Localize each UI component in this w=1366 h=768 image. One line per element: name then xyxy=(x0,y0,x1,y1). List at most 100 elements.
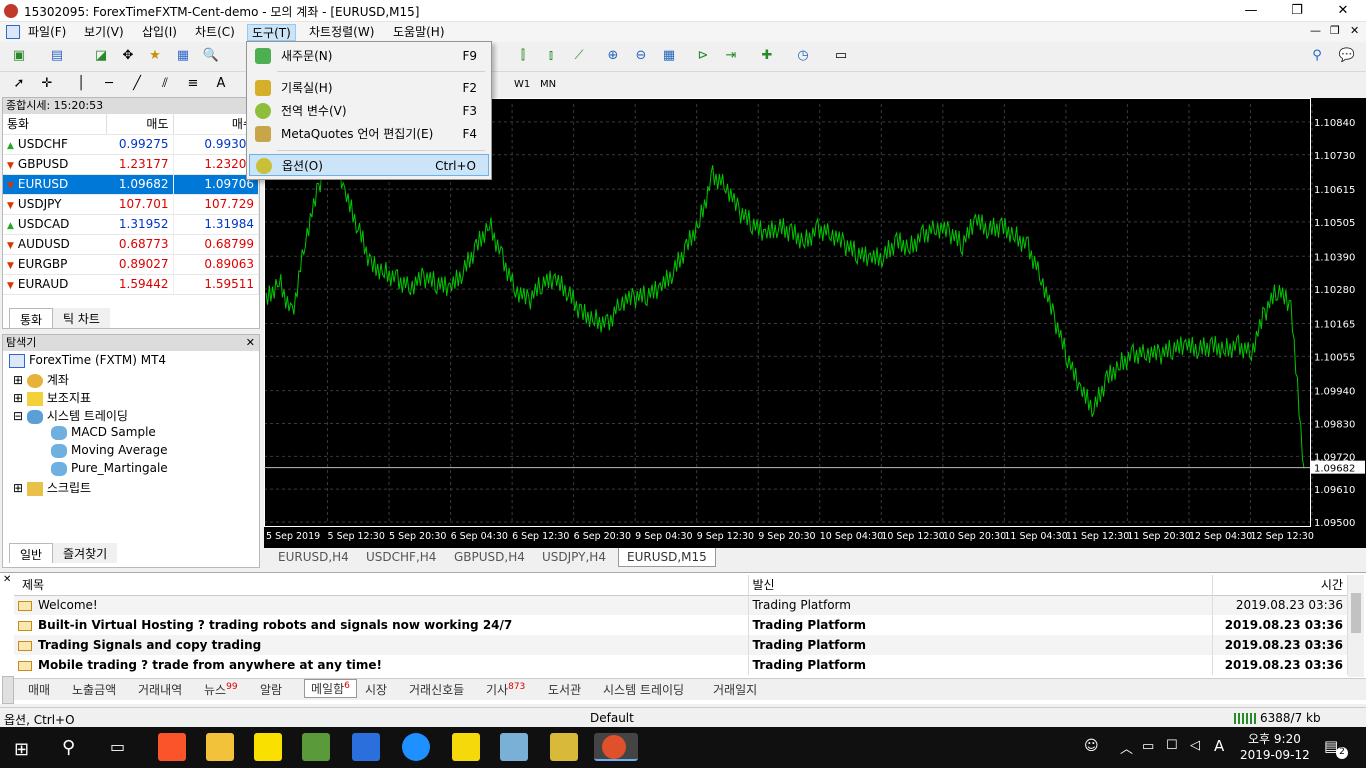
search-icon[interactable]: ⚲ xyxy=(62,737,75,758)
mdi-restore-button[interactable]: ❐ xyxy=(1330,24,1340,37)
terminal-tab[interactable]: 도서관 xyxy=(548,681,581,698)
mail-row[interactable]: Welcome! Trading Platform 2019.08.23 03:36 xyxy=(14,595,1348,615)
autoscroll-icon[interactable]: ⊳ xyxy=(692,44,714,66)
terminal-tab[interactable]: 메일함6 xyxy=(304,679,357,698)
grid-icon[interactable]: ⫿ xyxy=(512,44,534,66)
profiles-icon[interactable]: ▤ xyxy=(46,44,68,66)
menu-item-options[interactable]: 옵션(O) Ctrl+O xyxy=(249,154,489,176)
quote-row[interactable]: ▼ GBPUSD 1.23177 1.23206 xyxy=(3,154,259,175)
ime-indicator[interactable]: A xyxy=(1214,737,1224,755)
profile-name[interactable]: Default xyxy=(590,711,634,725)
quote-row[interactable]: ▼ AUDUSD 0.68773 0.68799 xyxy=(3,234,259,255)
menu-tools[interactable]: 도구(T) xyxy=(247,24,296,41)
mail-subject[interactable]: Trading Signals and copy trading xyxy=(14,635,749,655)
bar-chart-icon[interactable] xyxy=(352,733,380,761)
tree-expert-ma[interactable]: Moving Average xyxy=(51,443,167,458)
fibo-icon[interactable]: ≡ xyxy=(182,72,204,94)
quote-row[interactable]: ▼ USDJPY 107.701 107.729 xyxy=(3,194,259,215)
symbol-cell[interactable]: ▲ USDCHF xyxy=(3,134,106,155)
terminal-close-icon[interactable]: ✕ xyxy=(3,574,11,585)
chart-tab-eurusd-m15[interactable]: EURUSD,M15 xyxy=(618,548,716,567)
terminal-tab[interactable]: 노출금액 xyxy=(72,681,116,698)
periods-icon[interactable]: ◷ xyxy=(792,44,814,66)
close-button[interactable]: ✕ xyxy=(1320,0,1366,22)
chart-tab-usdjpy-h4[interactable]: USDJPY,H4 xyxy=(542,550,606,564)
terminal-tab[interactable]: 시스템 트레이딩 xyxy=(603,681,684,698)
battery-icon[interactable]: ▭ xyxy=(1142,739,1154,754)
terminal-icon[interactable]: ▦ xyxy=(172,44,194,66)
terminal-tab[interactable]: 알람 xyxy=(260,681,282,698)
terminal-tab[interactable]: 매매 xyxy=(28,681,50,698)
symbol-cell[interactable]: ▼ EURUSD xyxy=(3,174,106,195)
chart-tab-gbpusd-h4[interactable]: GBPUSD,H4 xyxy=(454,550,525,564)
network-icon[interactable]: ☐ xyxy=(1166,738,1178,753)
new-chart-icon[interactable]: ▣ xyxy=(8,44,30,66)
mail-row[interactable]: Mobile trading ? trade from anywhere at … xyxy=(14,655,1348,675)
tree-accounts[interactable]: ⊞ 계좌 xyxy=(13,371,69,388)
symbol-cell[interactable]: ▲ USDCAD xyxy=(3,214,106,235)
symbol-cell[interactable]: ▼ EURGBP xyxy=(3,254,106,275)
menu-item-metaeditor[interactable]: MetaQuotes 언어 편집기(E) F4 xyxy=(249,123,489,145)
tile-icon[interactable]: ▦ xyxy=(658,44,680,66)
scrollbar[interactable] xyxy=(1348,575,1364,677)
navigator-close-icon[interactable]: ✕ xyxy=(246,336,255,349)
horizontal-line-icon[interactable]: ─ xyxy=(98,72,120,94)
menu-window[interactable]: 차트정렬(W) xyxy=(305,24,378,41)
navigator-icon[interactable]: ★ xyxy=(144,44,166,66)
file-explorer-icon[interactable] xyxy=(206,733,234,761)
chart-app-icon[interactable] xyxy=(302,733,330,761)
mail-subject[interactable]: Welcome! xyxy=(14,595,749,615)
menu-item-global-variables[interactable]: 전역 변수(V) F3 xyxy=(249,100,489,122)
mail-row[interactable]: Built-in Virtual Hosting ? trading robot… xyxy=(14,615,1348,635)
minimize-button[interactable]: — xyxy=(1228,0,1274,22)
menu-item-history-center[interactable]: 기록실(H) F2 xyxy=(249,77,489,99)
menu-item-new-order[interactable]: 새주문(N) F9 xyxy=(249,45,489,67)
chart-tab-usdchf-h4[interactable]: USDCHF,H4 xyxy=(366,550,436,564)
terminal-tab[interactable]: 기사873 xyxy=(486,681,525,698)
brave-icon[interactable] xyxy=(158,733,186,761)
col-bid[interactable]: 매도 xyxy=(106,114,174,135)
zoom-in-icon[interactable]: ⊕ xyxy=(602,44,624,66)
tree-experts[interactable]: ⊟ 시스템 트레이딩 xyxy=(13,407,128,424)
terminal-tab[interactable]: 뉴스99 xyxy=(204,681,238,698)
terminal-tab[interactable]: 시장 xyxy=(365,681,387,698)
maximize-button[interactable]: ❐ xyxy=(1274,0,1320,22)
col-symbol[interactable]: 통화 xyxy=(3,114,107,135)
channel-icon[interactable]: ⫽ xyxy=(154,72,176,94)
tree-root[interactable]: ForexTime (FXTM) MT4 xyxy=(9,353,166,368)
timeframe-mn[interactable]: MN xyxy=(540,79,556,90)
symbol-cell[interactable]: ▼ USDJPY xyxy=(3,194,106,215)
tab-common[interactable]: 일반 xyxy=(9,543,54,563)
trendline-icon[interactable]: ╱ xyxy=(126,72,148,94)
col-from[interactable]: 발신 xyxy=(748,575,1213,595)
clock-date[interactable]: 2019-09-12 xyxy=(1240,748,1310,762)
mt4-editor-icon[interactable] xyxy=(550,733,578,761)
candles-icon[interactable]: ⫾ xyxy=(540,44,562,66)
people-icon[interactable]: ☺ xyxy=(1084,738,1099,754)
cursor-icon[interactable]: ➚ xyxy=(8,72,30,94)
menu-view[interactable]: 보기(V) xyxy=(80,24,128,41)
tree-indicators[interactable]: ⊞ 보조지표 xyxy=(13,389,91,406)
mail-subject[interactable]: Built-in Virtual Hosting ? trading robot… xyxy=(14,615,749,635)
menu-help[interactable]: 도움말(H) xyxy=(389,24,449,41)
vertical-line-icon[interactable]: │ xyxy=(70,72,92,94)
mdi-minimize-button[interactable]: — xyxy=(1310,24,1321,37)
col-time[interactable]: 시간 xyxy=(1212,575,1348,595)
terminal-tab[interactable]: 거래신호들 xyxy=(409,681,464,698)
tray-chevron-icon[interactable]: ︿ xyxy=(1120,738,1133,757)
line-chart-icon[interactable]: ⟋ xyxy=(568,44,590,66)
mail-subject[interactable]: Mobile trading ? trade from anywhere at … xyxy=(14,655,749,675)
text-icon[interactable]: A xyxy=(210,72,232,94)
task-view-icon[interactable]: ▭ xyxy=(110,737,125,756)
tree-expert-macd[interactable]: MACD Sample xyxy=(51,425,156,440)
tree-expert-martingale[interactable]: Pure_Martingale xyxy=(51,461,168,476)
sticky-notes-icon[interactable] xyxy=(452,733,480,761)
col-subject[interactable]: 제목 xyxy=(14,575,749,595)
scroll-thumb[interactable] xyxy=(1351,593,1361,633)
quote-row[interactable]: ▲ USDCHF 0.99275 0.99305 xyxy=(3,134,259,155)
terminal-tab[interactable]: 거래일지 xyxy=(713,681,757,698)
quote-row[interactable]: ▼ EURGBP 0.89027 0.89063 xyxy=(3,254,259,275)
notes-app-icon[interactable] xyxy=(500,733,528,761)
menu-insert[interactable]: 삽입(I) xyxy=(138,24,181,41)
chart-tab-eurusd-h4[interactable]: EURUSD,H4 xyxy=(278,550,349,564)
